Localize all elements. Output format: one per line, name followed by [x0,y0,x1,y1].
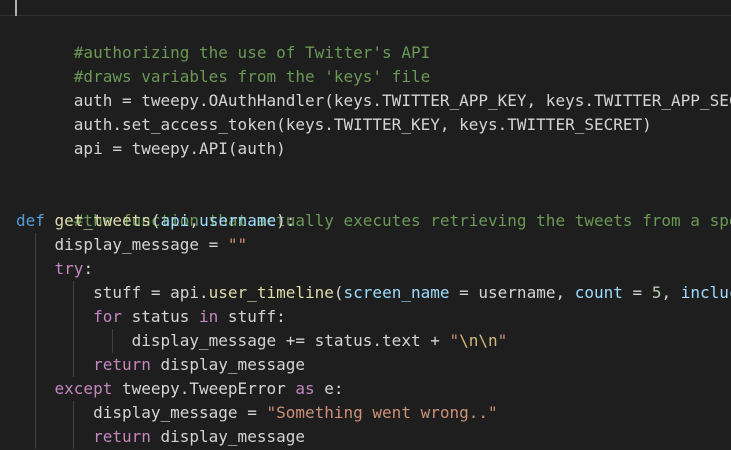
keyword-try: try [54,259,84,278]
indent-guide [73,305,74,329]
code-line-14[interactable]: display_message += status.text + "\n\n" [16,329,731,353]
parameter: screen_name [343,283,450,302]
indent-guide [73,329,74,353]
code-line-13[interactable]: for status in stuff: [16,305,731,329]
escape-sequence: \n\n [459,331,498,350]
indent-guide [73,401,74,425]
text-cursor [15,0,17,16]
paren: ( [150,211,161,230]
code-line-5[interactable]: api = tweepy.API(auth) [16,113,731,158]
string-literal: "Something went wrong.." [266,403,498,422]
code-text: tweepy.TweepError [112,379,296,398]
code-line-8[interactable]: #the function that actually executes ret… [16,185,731,230]
code-line-17[interactable]: display_message = "Something went wrong.… [16,401,731,425]
code-text: = username, [449,283,575,302]
code-line-16[interactable]: except tweepy.TweepError as e: [16,377,731,401]
indent-guide [73,281,74,305]
code-text: , [661,283,681,302]
parameter: incluc [680,283,731,302]
code-line-2[interactable]: #draws variables from the 'keys' file [16,41,731,86]
comma: , [189,211,200,230]
keyword-as: as [295,379,315,398]
keyword-except: except [54,379,113,398]
code-line-1[interactable]: #authorizing the use of Twitter's API [16,17,731,62]
code-line-12[interactable]: stuff = api.user_timeline(screen_name = … [16,281,731,305]
code-text: display_message [150,355,305,374]
paren: ( [333,283,344,302]
code-line-9[interactable]: def get_tweets(api,username): [16,209,731,233]
indent-guide [35,329,36,353]
indent-guide [35,305,36,329]
code-line-4[interactable]: auth.set_access_token(keys.TWITTER_KEY, … [16,89,731,134]
function-name: user_timeline [208,283,334,302]
code-text: display_message = [54,235,228,254]
function-name: get_tweets [54,211,151,230]
code-text: display_message = [93,403,267,422]
current-line-highlight [0,0,731,16]
code-text: stuff = api. [93,283,209,302]
keyword-return: return [93,427,151,446]
code-line-7[interactable] [16,161,731,185]
code-line-6[interactable] [16,137,731,161]
parameter: api [160,211,190,230]
indent-guide [73,353,74,377]
indent-guide [73,425,74,449]
keyword-for: for [93,307,122,326]
indent-guide [35,257,36,281]
string-literal: "" [227,235,248,254]
indent-guide [35,281,36,305]
code-line-3[interactable]: auth = tweepy.OAuthHandler(keys.TWITTER_… [16,65,731,110]
code-text: status [121,307,200,326]
string-quote: " [497,331,508,350]
keyword-def: def [16,211,45,230]
code-line-15[interactable]: return display_message [16,353,731,377]
code-text: = [622,283,652,302]
indent-guide [112,329,113,353]
indent-guide [35,377,36,401]
parameter: count [574,283,623,302]
code-editor[interactable]: #authorizing the use of Twitter's API #d… [0,0,731,450]
keyword-in: in [199,307,219,326]
colon: : [83,259,94,278]
keyword-return: return [93,355,151,374]
number-literal: 5 [651,283,662,302]
code-text: e: [314,379,344,398]
indent-guide [35,353,36,377]
code-line-10[interactable]: display_message = "" [16,233,731,257]
string-quote: " [449,331,460,350]
code-text: display_message [150,427,305,446]
indent-guide [35,401,36,425]
indent-guide [35,425,36,449]
code-lines[interactable]: #authorizing the use of Twitter's API #d… [16,17,731,449]
parameter: username [199,211,277,230]
code-text: display_message += status.text + [131,331,450,350]
indent-guide [35,233,36,257]
paren: ): [276,211,296,230]
code-line-18[interactable]: return display_message [16,425,731,449]
code-text: stuff: [218,307,286,326]
code-line-11[interactable]: try: [16,257,731,281]
